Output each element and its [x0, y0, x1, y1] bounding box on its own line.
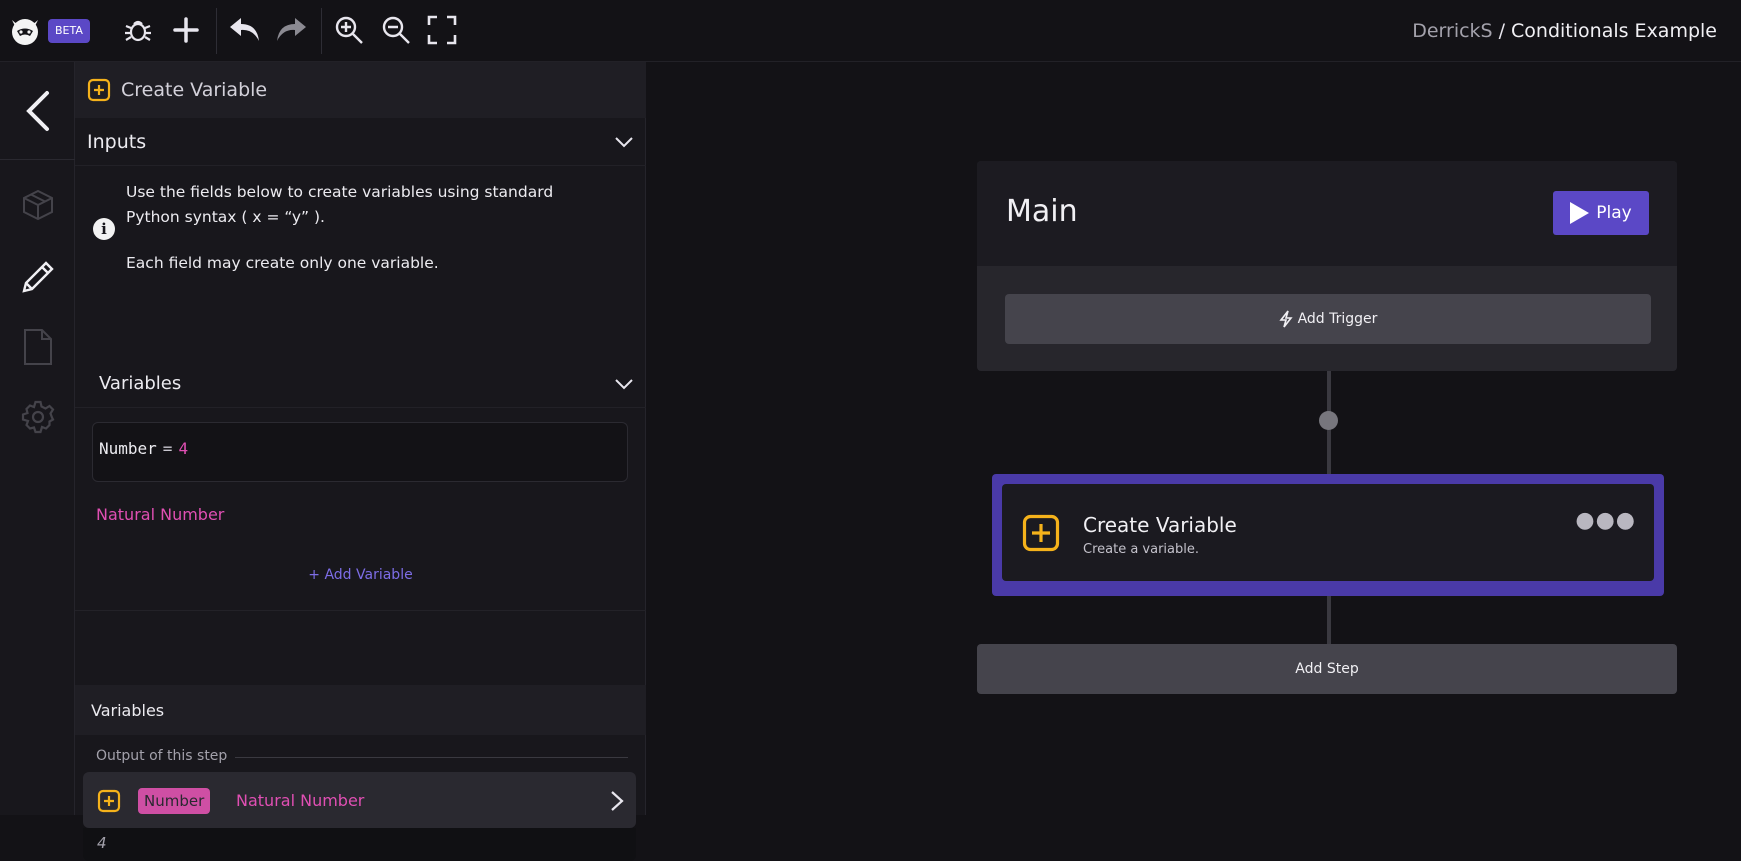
- play-icon: [1570, 202, 1590, 224]
- flow-connector: [1327, 596, 1331, 644]
- assignment-operator: =: [162, 439, 173, 458]
- variable-type-label: Natural Number: [96, 505, 225, 524]
- add-trigger-button[interactable]: Add Trigger: [1005, 294, 1651, 344]
- info-icon: i: [93, 218, 115, 240]
- workflow-canvas[interactable]: Main Play Add Trigger Create Variable Cr…: [647, 62, 1741, 815]
- undo-icon[interactable]: [227, 12, 263, 48]
- gear-icon[interactable]: [0, 382, 75, 452]
- create-variable-icon: [97, 789, 121, 813]
- logo-icon[interactable]: [8, 14, 42, 48]
- inputs-section-toggle[interactable]: Inputs: [75, 118, 646, 166]
- left-rail: [0, 62, 75, 815]
- add-trigger-label: Add Trigger: [1297, 311, 1378, 327]
- breadcrumb: DerrickS / Conditionals Example: [1412, 18, 1717, 44]
- redo-icon[interactable]: [273, 12, 309, 48]
- bug-icon[interactable]: [120, 12, 156, 48]
- variable-value: 4: [178, 439, 189, 458]
- main-flow-card: Main Play Add Trigger: [977, 161, 1677, 371]
- zoom-in-icon[interactable]: [331, 12, 367, 48]
- variable-type: Natural Number: [236, 791, 365, 810]
- output-variable-row[interactable]: Number Natural Number: [83, 772, 636, 828]
- step-title: Create Variable: [1083, 513, 1237, 537]
- package-icon[interactable]: [0, 170, 75, 240]
- fullscreen-icon[interactable]: [424, 12, 460, 48]
- add-step-button[interactable]: Add Step: [977, 644, 1677, 694]
- plus-icon[interactable]: [168, 12, 204, 48]
- beta-badge: BETA: [48, 19, 90, 43]
- step-card-selected: Create Variable Create a variable. ●●●: [992, 474, 1664, 596]
- main-flow-header: Main Play: [977, 161, 1677, 266]
- pencil-icon[interactable]: [0, 242, 75, 312]
- info-text: Use the fields below to create variables…: [126, 183, 554, 226]
- play-button[interactable]: Play: [1553, 191, 1649, 235]
- chevron-down-icon: [615, 136, 633, 147]
- inputs-label: Inputs: [87, 130, 147, 153]
- variables-output-header: Variables: [75, 685, 646, 735]
- chevron-down-icon: [615, 378, 633, 389]
- breadcrumb-project: Conditionals Example: [1511, 20, 1717, 42]
- more-options-icon[interactable]: ●●●: [1575, 508, 1636, 533]
- info-text-secondary: Each field may create only one variable.: [126, 254, 439, 272]
- breadcrumb-user[interactable]: DerrickS: [1412, 20, 1492, 42]
- variable-code-input[interactable]: Number = 4: [92, 422, 628, 482]
- back-icon[interactable]: [0, 76, 75, 146]
- create-variable-step[interactable]: Create Variable Create a variable. ●●●: [1002, 484, 1654, 581]
- connector-node[interactable]: [1319, 411, 1338, 430]
- create-variable-icon: [1022, 514, 1060, 552]
- output-label: Output of this step: [96, 748, 228, 764]
- variable-name: Number: [99, 439, 157, 458]
- step-subtitle: Create a variable.: [1083, 542, 1200, 557]
- add-variable-button[interactable]: + Add Variable: [75, 567, 646, 583]
- output-variable-value: 4: [83, 828, 636, 861]
- top-toolbar: BETA DerrickS / Conditionals Example: [0, 0, 1741, 62]
- variables-section-toggle[interactable]: Variables: [75, 360, 646, 408]
- create-variable-icon: [87, 78, 111, 102]
- variables-label: Variables: [99, 373, 182, 394]
- main-flow-title: Main: [1006, 194, 1078, 229]
- document-icon[interactable]: [0, 312, 75, 382]
- zoom-out-icon[interactable]: [378, 12, 414, 48]
- play-label: Play: [1596, 203, 1632, 223]
- chevron-right-icon: [611, 791, 624, 811]
- variable-name-badge: Number: [138, 788, 211, 814]
- panel-header: Create Variable: [75, 62, 646, 118]
- lightning-icon: [1278, 310, 1293, 328]
- step-config-panel: Create Variable Inputs i Use the fields …: [75, 62, 646, 861]
- panel-title: Create Variable: [121, 79, 268, 101]
- breadcrumb-separator: /: [1498, 20, 1506, 42]
